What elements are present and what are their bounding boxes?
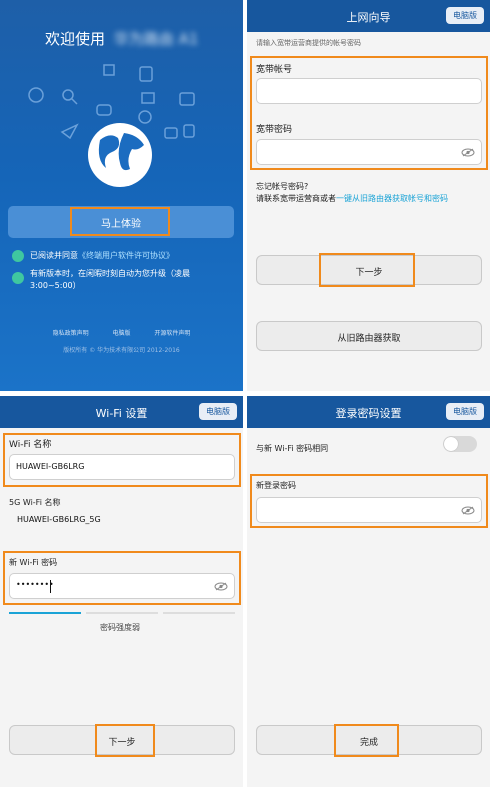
- topbar: 上网向导 电脑版: [247, 0, 490, 32]
- pc-version-button[interactable]: 电脑版: [199, 403, 237, 420]
- agree-check-icon[interactable]: [12, 250, 24, 262]
- highlight-done-button: [334, 724, 399, 757]
- old-router-button[interactable]: 从旧路由器获取: [256, 321, 482, 351]
- strength-seg-1: [9, 612, 81, 614]
- old-router-link[interactable]: 一键从旧路由器获取帐号和密码: [336, 194, 448, 203]
- update-check-icon[interactable]: [12, 272, 24, 284]
- wifi5g-label: 5G Wi-Fi 名称: [9, 498, 61, 507]
- highlight-next-button: [319, 253, 415, 287]
- same-as-wifi-label: 与新 Wi-Fi 密码相同: [256, 444, 329, 453]
- pc-version-link[interactable]: 电脑版: [112, 330, 130, 337]
- strength-bar: [9, 612, 235, 614]
- strength-seg-2: [86, 612, 158, 614]
- highlight-credentials: [250, 56, 488, 170]
- forgot-question: 忘记帐号密码?: [256, 182, 309, 191]
- strength-text: 密码强度弱: [100, 623, 140, 632]
- globe-icon: [88, 123, 152, 187]
- cloud-icon: [103, 64, 115, 76]
- gamepad-icon: [96, 104, 112, 116]
- highlight-next-button: [95, 724, 155, 757]
- chat-icon: [164, 127, 178, 139]
- wifi-settings-screen: Wi-Fi 设置 电脑版 Wi-Fi 名称 HUAWEI-GB6LRG 5G W…: [0, 396, 243, 787]
- ball-icon: [28, 87, 44, 103]
- highlight-wifi-password: [3, 551, 241, 605]
- pc-version-button[interactable]: 电脑版: [446, 403, 484, 420]
- wifi5g-value: HUAWEI-GB6LRG_5G: [17, 515, 101, 524]
- welcome-title: 欢迎使用 华为路由 A1: [45, 30, 199, 48]
- highlight-login-password: [250, 474, 488, 528]
- shop-icon: [139, 66, 153, 82]
- license-link[interactable]: 《终端用户软件许可协议》: [78, 251, 174, 260]
- tv-icon: [179, 92, 195, 106]
- topbar: 登录密码设置 电脑版: [247, 396, 490, 428]
- brand-name-blurred: 华为路由 A1: [113, 30, 199, 48]
- send-icon: [60, 123, 79, 140]
- open-source-link[interactable]: 开源软件声明: [154, 330, 190, 337]
- topbar: Wi-Fi 设置 电脑版: [0, 396, 243, 428]
- footer-links: 隐私政策声明 电脑版 开源软件声明: [0, 328, 243, 337]
- music-icon: [138, 110, 152, 124]
- same-as-wifi-toggle[interactable]: [443, 436, 477, 452]
- update-notice: 有新版本时，在闲暇时刻自动为您升级（凌晨3:00~5:00）: [30, 269, 190, 290]
- pc-version-button[interactable]: 电脑版: [446, 7, 484, 24]
- login-password-screen: 登录密码设置 电脑版 与新 Wi-Fi 密码相同 新登录密码 完成: [247, 396, 490, 787]
- copyright: 版权所有 © 华为技术有限公司 2012-2016: [63, 347, 180, 354]
- search-icon: [62, 89, 74, 101]
- strength-seg-3: [163, 612, 235, 614]
- toggle-knob: [444, 437, 458, 451]
- privacy-link[interactable]: 隐私政策声明: [53, 330, 89, 337]
- agree-text: 已阅读并同意《终端用户软件许可协议》: [30, 251, 174, 260]
- highlight-start-button: [70, 207, 170, 236]
- welcome-screen: 欢迎使用 华为路由 A1 马上体验 已阅读并同意《终端用户软件许可协议》 有新版…: [0, 0, 243, 391]
- image-icon: [141, 92, 155, 104]
- phone-icon: [183, 124, 195, 138]
- forgot-help: 请联系宽带运营商或者一键从旧路由器获取帐号和密码: [256, 194, 448, 203]
- highlight-wifi-name: [3, 433, 241, 487]
- internet-wizard-screen: 上网向导 电脑版 请输入宽带运营商提供的帐号密码 宽带帐号 宽带密码 忘记帐号密…: [247, 0, 490, 391]
- input-hint: 请输入宽带运营商提供的帐号密码: [256, 39, 361, 47]
